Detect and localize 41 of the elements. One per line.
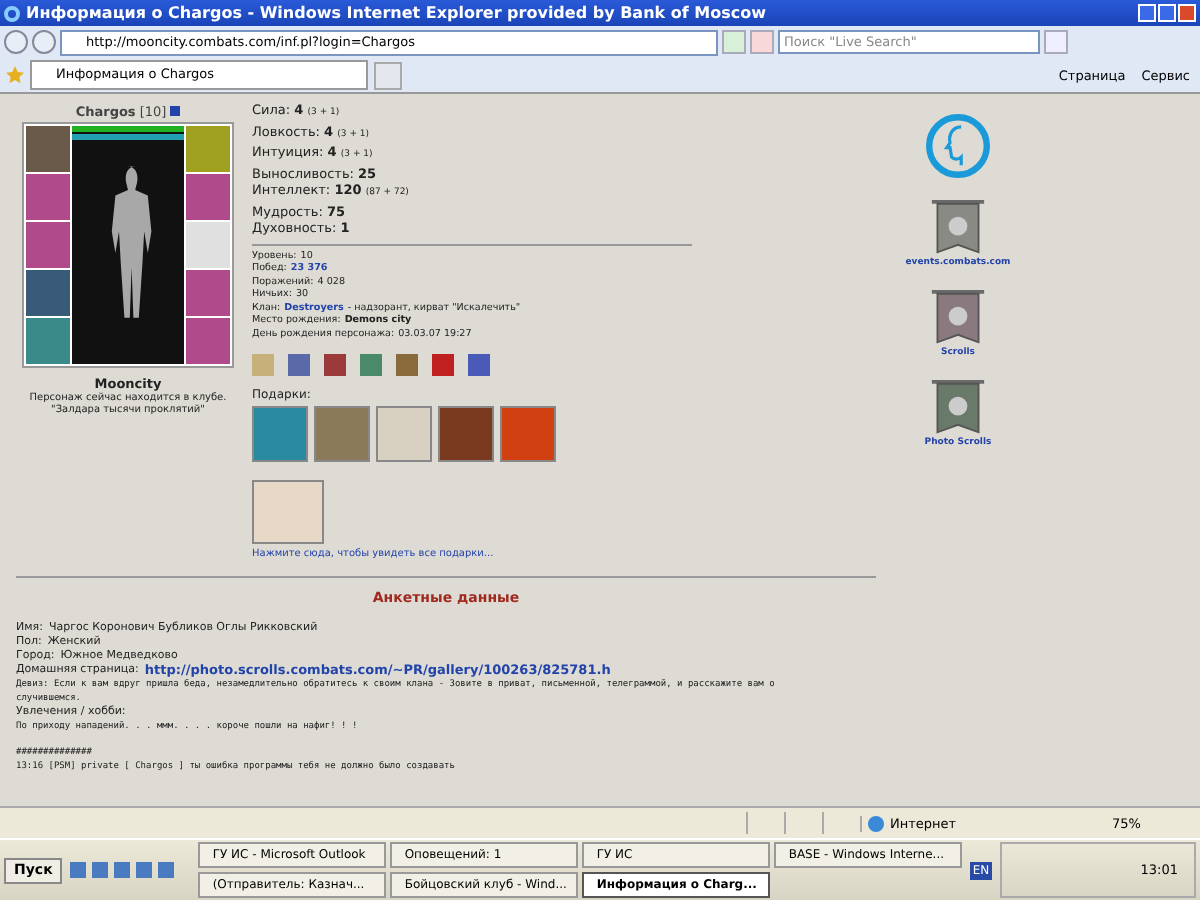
close-button[interactable] [1178, 4, 1196, 22]
browser-logo-icon [4, 5, 20, 21]
maximize-button[interactable] [1158, 4, 1176, 22]
equipment-slot[interactable] [186, 126, 230, 172]
gift-picture[interactable] [438, 406, 494, 462]
equipment-slot[interactable] [186, 222, 230, 268]
new-tab-button[interactable] [374, 61, 402, 89]
search-button[interactable] [1044, 30, 1068, 54]
badge-icon[interactable] [360, 354, 382, 376]
stop-button[interactable] [750, 30, 774, 54]
banner-icon[interactable] [930, 288, 986, 348]
equipment-slot[interactable] [26, 270, 70, 316]
gift-picture[interactable] [500, 406, 556, 462]
equipment-slot[interactable] [186, 174, 230, 220]
window-title: Информация о Chargos - Windows Internet Explorer provided by Bank of Moscow [26, 4, 768, 22]
equipment-slot[interactable] [26, 222, 70, 268]
banner-icon[interactable] [929, 198, 986, 258]
back-button[interactable] [4, 30, 28, 54]
badge-icon[interactable] [468, 354, 490, 376]
equipment-slot[interactable] [26, 174, 70, 220]
equipment-slot[interactable] [186, 318, 230, 364]
equipment-slot[interactable] [186, 270, 230, 316]
badge-icon[interactable] [432, 354, 454, 376]
badge-icon[interactable] [252, 354, 274, 376]
equipment-slot[interactable] [26, 126, 70, 172]
profile-logo-icon[interactable] [926, 114, 990, 178]
gift-picture[interactable] [252, 480, 324, 544]
badge-icon[interactable] [324, 354, 346, 376]
minimize-button[interactable] [1138, 4, 1156, 22]
refresh-button[interactable] [722, 30, 746, 54]
banner-icon[interactable] [929, 378, 986, 438]
globe-icon [868, 815, 884, 831]
gift-picture[interactable] [252, 406, 308, 462]
gift-picture[interactable] [314, 406, 370, 462]
favorites-star-icon[interactable] [6, 66, 24, 84]
gift-picture[interactable] [376, 406, 432, 462]
forward-button[interactable] [32, 30, 56, 54]
badge-icon[interactable] [396, 354, 418, 376]
badge-icon[interactable] [288, 354, 310, 376]
info-icon[interactable] [170, 106, 181, 116]
equipment-slot[interactable] [26, 318, 70, 364]
